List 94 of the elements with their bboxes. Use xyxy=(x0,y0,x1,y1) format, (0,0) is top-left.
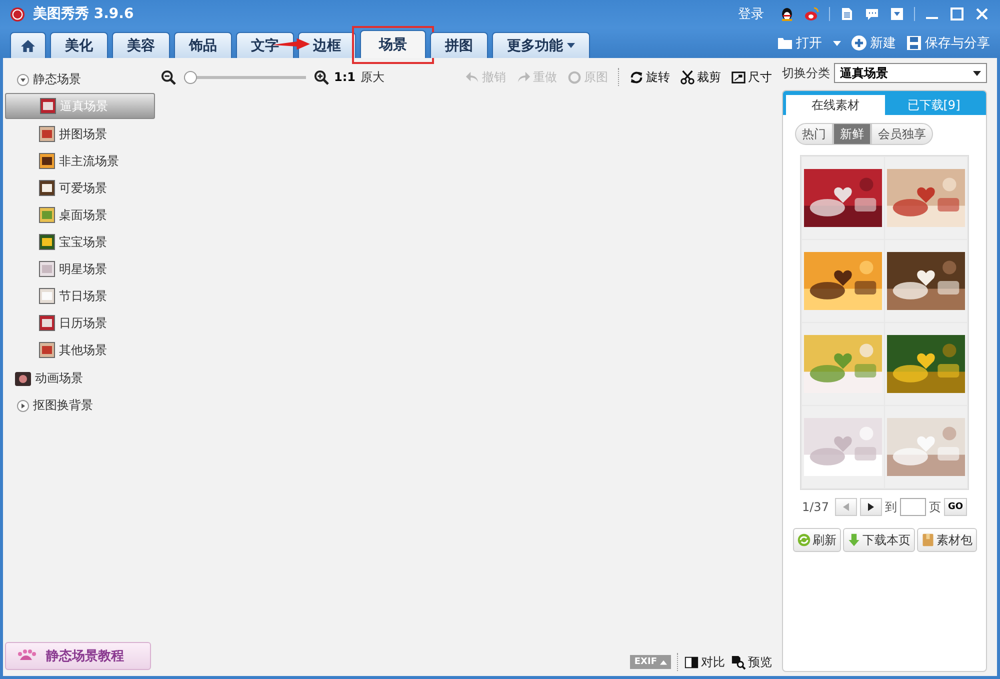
go-button[interactable]: GO xyxy=(944,498,967,516)
compare-button[interactable]: 对比 xyxy=(684,654,725,670)
tutorial-button[interactable]: 静态场景教程 xyxy=(5,642,151,670)
category-label: 切换分类 xyxy=(782,64,830,82)
weibo-icon[interactable] xyxy=(804,6,820,22)
sidebar-item[interactable]: 节日场景 xyxy=(5,284,155,308)
left-triangle-icon xyxy=(842,503,849,511)
caret-icon xyxy=(660,660,667,664)
sidebar-item[interactable]: 拼图场景 xyxy=(5,122,155,146)
dropdown-box-icon[interactable] xyxy=(889,6,905,22)
category-dropdown[interactable]: 逼真场景 xyxy=(834,63,987,83)
sidebar-item[interactable]: 可爱场景 xyxy=(5,176,155,200)
tab[interactable]: 场景 xyxy=(360,30,426,58)
scene-icon xyxy=(39,153,55,169)
package-button[interactable]: 素材包 xyxy=(916,528,976,552)
plus-icon xyxy=(851,35,867,51)
sidebar-group[interactable]: 抠图换背景 xyxy=(33,397,93,414)
download-button[interactable]: 下载本页 xyxy=(842,528,914,552)
slider-thumb[interactable] xyxy=(184,70,197,84)
filter-button[interactable]: 新鲜 xyxy=(833,123,871,145)
scene-icon xyxy=(39,288,55,304)
tab[interactable]: 美容 xyxy=(112,32,170,58)
tab[interactable]: 边框 xyxy=(298,32,356,58)
rotate-button[interactable]: 旋转 xyxy=(629,68,670,86)
ratio-label[interactable]: 1:1 xyxy=(334,70,356,84)
scene-icon xyxy=(39,234,55,250)
scene-icon xyxy=(39,180,55,196)
zoom-in-icon[interactable] xyxy=(314,70,329,84)
original-size-label[interactable]: 原大 xyxy=(360,68,384,86)
window-title: 美图秀秀 3.9.6 xyxy=(33,5,134,23)
page-indicator: 1/37 xyxy=(802,500,829,514)
resize-icon xyxy=(731,70,746,84)
animation-icon xyxy=(15,370,31,386)
tab[interactable]: 饰品 xyxy=(174,32,232,58)
filter-button[interactable]: 热门 xyxy=(795,123,833,145)
caret-icon xyxy=(973,70,981,76)
sidebar-item[interactable]: 日历场景 xyxy=(5,311,155,335)
refresh-icon xyxy=(796,533,810,547)
sidebar-group[interactable]: 静态场景 xyxy=(33,71,81,88)
scene-icon xyxy=(39,207,55,223)
tab[interactable]: 文字 xyxy=(236,32,294,58)
preview-icon xyxy=(731,654,746,670)
close-icon[interactable] xyxy=(974,6,990,22)
folder-icon xyxy=(777,35,793,51)
scene-icon xyxy=(39,315,55,331)
sidebar-group[interactable]: 动画场景 xyxy=(35,370,83,387)
chat-icon[interactable] xyxy=(864,6,880,22)
document-icon[interactable] xyxy=(839,6,855,22)
open-button[interactable]: 打开 xyxy=(777,34,841,52)
home-icon xyxy=(20,38,36,54)
panel-tab[interactable]: 在线素材 xyxy=(786,95,884,115)
preview-button[interactable]: 预览 xyxy=(731,654,772,670)
sidebar-item[interactable]: 非主流场景 xyxy=(5,149,155,173)
scene-icon xyxy=(40,98,56,114)
sidebar-item[interactable]: 桌面场景 xyxy=(5,203,155,227)
caret-icon xyxy=(567,43,575,48)
circle-icon xyxy=(567,70,582,84)
penguin-icon[interactable] xyxy=(779,6,795,22)
undo-icon xyxy=(465,70,480,84)
maximize-icon[interactable] xyxy=(949,6,965,22)
caret-icon xyxy=(833,40,841,46)
filter-button[interactable]: 会员独享 xyxy=(871,123,933,145)
app-logo-icon xyxy=(10,6,25,22)
scene-icon xyxy=(39,261,55,277)
package-icon xyxy=(920,533,934,547)
page-unit-label: 页 xyxy=(928,498,941,516)
sidebar-item[interactable]: 明星场景 xyxy=(5,257,155,281)
more-menu-tab[interactable]: 更多功能 xyxy=(492,32,590,58)
floppy-icon xyxy=(906,35,922,51)
down-arrow-icon xyxy=(846,533,860,547)
page-input[interactable] xyxy=(900,498,926,516)
right-triangle-icon xyxy=(868,503,874,511)
rotate-icon xyxy=(629,70,644,84)
scissors-icon xyxy=(680,70,695,84)
login-link[interactable]: 登录 xyxy=(738,5,764,23)
save-button[interactable]: 保存与分享 xyxy=(906,34,990,52)
zoom-out-icon[interactable] xyxy=(161,70,176,84)
redo-icon xyxy=(516,70,531,84)
size-button[interactable]: 尺寸 xyxy=(731,68,772,86)
tab[interactable]: 美化 xyxy=(50,32,108,58)
sidebar-item[interactable]: 宝宝场景 xyxy=(5,230,155,254)
compare-icon xyxy=(684,654,699,670)
scene-icon xyxy=(39,126,55,142)
crop-button[interactable]: 裁剪 xyxy=(680,68,721,86)
new-button[interactable]: 新建 xyxy=(851,34,896,52)
home-tab[interactable] xyxy=(10,32,46,58)
sidebar-item[interactable]: 其他场景 xyxy=(5,338,155,362)
expander-icon[interactable] xyxy=(17,74,29,86)
tab[interactable]: 拼图 xyxy=(430,32,488,58)
expander-icon[interactable] xyxy=(17,400,29,412)
scene-icon xyxy=(39,342,55,358)
goto-label: 到 xyxy=(884,498,897,516)
refresh-button[interactable]: 刷新 xyxy=(792,528,840,552)
next-page-button[interactable] xyxy=(860,498,882,516)
